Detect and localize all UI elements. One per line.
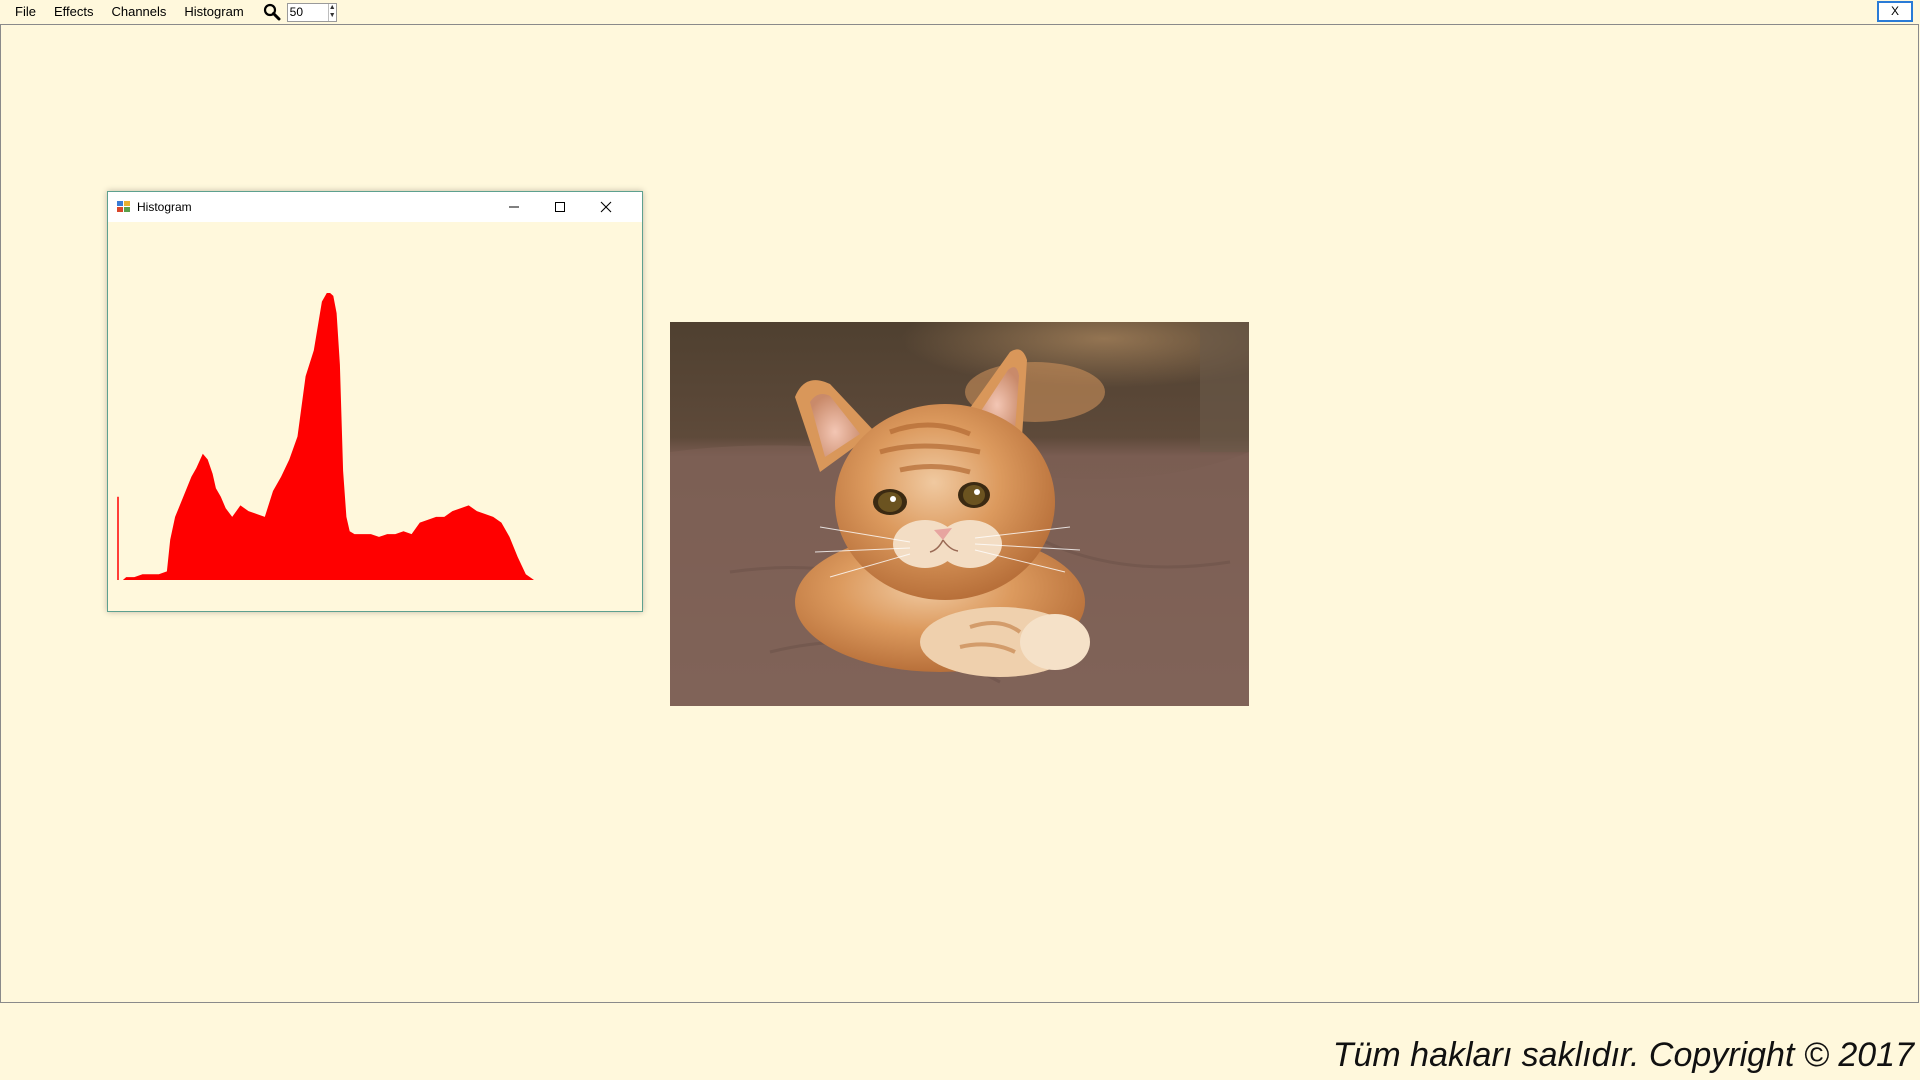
histogram-window[interactable]: Histogram — [107, 191, 643, 612]
zoom-input[interactable] — [287, 3, 328, 21]
menu-effects[interactable]: Effects — [45, 0, 103, 24]
menu-bar: File Effects Channels Histogram ▲ ▼ — [0, 0, 1920, 24]
close-icon — [600, 201, 612, 213]
magnifier-icon[interactable] — [261, 1, 283, 23]
minimize-icon — [509, 206, 519, 208]
minimize-button[interactable] — [491, 192, 537, 222]
histogram-area — [122, 293, 535, 580]
zoom-stepper[interactable]: ▲ ▼ — [286, 2, 337, 22]
histogram-titlebar[interactable]: Histogram — [108, 192, 642, 222]
magnifier-icon-svg — [263, 3, 281, 21]
kitten-photo — [670, 322, 1249, 706]
menu-file[interactable]: File — [0, 0, 45, 24]
histogram-chart — [117, 293, 535, 580]
close-button[interactable] — [583, 192, 629, 222]
app-icon — [117, 201, 130, 212]
spin-down-icon[interactable]: ▼ — [329, 12, 336, 21]
menu-histogram[interactable]: Histogram — [175, 0, 252, 24]
maximize-button[interactable] — [537, 192, 583, 222]
copyright-text: Tüm hakları saklıdır. Copyright © 2017 — [1332, 1036, 1914, 1074]
zoom-spin-buttons[interactable]: ▲ ▼ — [327, 3, 336, 21]
app-close-button[interactable]: X — [1877, 1, 1913, 22]
spin-up-icon[interactable]: ▲ — [329, 4, 336, 13]
maximize-icon — [555, 202, 565, 212]
menu-channels[interactable]: Channels — [102, 0, 175, 24]
histogram-window-title: Histogram — [137, 200, 192, 214]
